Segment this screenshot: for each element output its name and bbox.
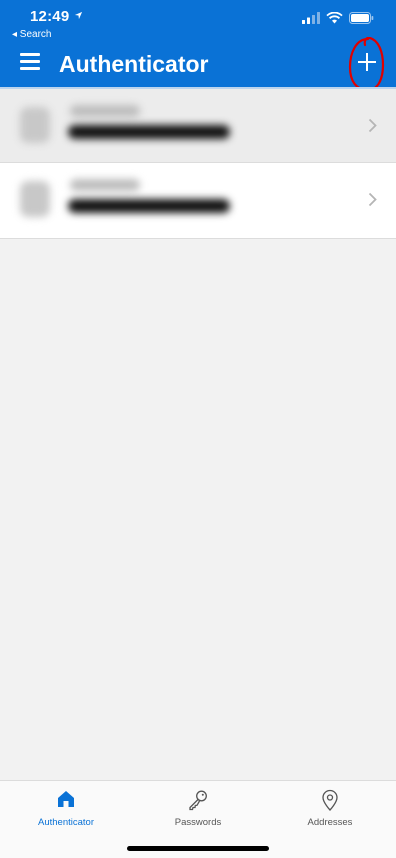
menu-bar [20,53,40,56]
account-avatar [20,181,50,217]
chevron-right-icon [368,118,377,133]
account-row[interactable] [0,87,396,163]
cellular-signal-icon [302,12,320,24]
account-email-redacted [68,199,230,213]
tab-label: Addresses [307,817,353,828]
account-provider-redacted [70,179,140,191]
app-header: 12:49 ◂ Search Authenticator [0,0,396,92]
account-avatar [20,107,50,143]
menu-button[interactable] [20,53,40,71]
account-list [0,87,396,239]
home-icon [58,791,74,807]
chevron-right-icon [368,192,377,207]
tab-passwords[interactable]: Passwords [138,789,258,828]
menu-bar [20,60,40,63]
home-indicator[interactable] [127,846,269,851]
account-email-redacted [68,125,230,139]
tab-authenticator[interactable]: Authenticator [6,789,126,828]
status-icons [302,12,374,24]
key-icon [189,790,207,811]
tab-label: Authenticator [38,817,94,828]
page-title: Authenticator [59,51,209,77]
annotation-circle-icon [348,37,385,92]
status-time: 12:49 [30,8,70,25]
tab-addresses[interactable]: Addresses [270,789,390,828]
back-to-search-link[interactable]: ◂ Search [12,29,51,40]
account-provider-redacted [70,105,140,117]
tab-label: Passwords [174,817,222,828]
account-row[interactable] [0,163,396,239]
menu-bar [20,67,40,70]
wifi-icon [326,12,343,24]
location-pin-icon [322,789,338,811]
battery-icon [349,12,374,24]
location-arrow-icon [74,11,83,20]
